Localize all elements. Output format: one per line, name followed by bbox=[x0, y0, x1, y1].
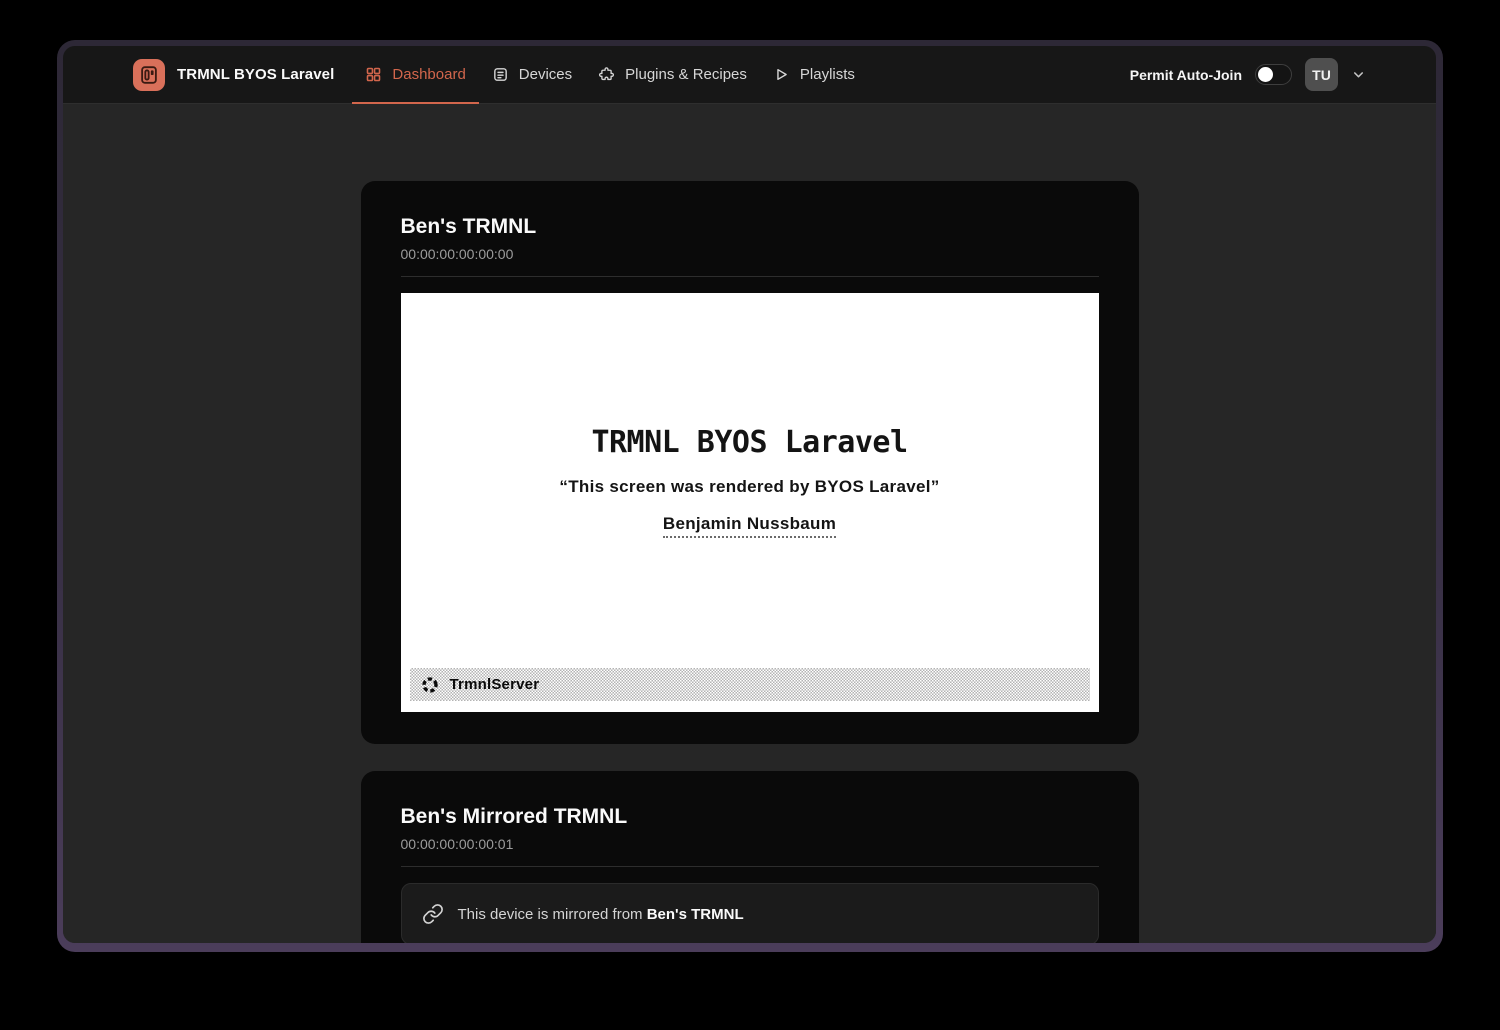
chevron-down-icon[interactable] bbox=[1351, 67, 1366, 82]
screen-title-bar: TrmnlServer bbox=[410, 668, 1090, 701]
device-name: Ben's Mirrored TRMNL bbox=[401, 805, 1099, 829]
screen-heading: TRMNL BYOS Laravel bbox=[591, 425, 907, 460]
device-mac-address: 00:00:00:00:00:00 bbox=[401, 246, 1099, 262]
device-name: Ben's TRMNL bbox=[401, 215, 1099, 239]
trmnl-logo-icon bbox=[133, 59, 165, 91]
user-avatar[interactable]: TU bbox=[1305, 58, 1338, 91]
screen-badge-label: TrmnlServer bbox=[450, 676, 540, 693]
window-content: TRMNL BYOS Laravel Dashboard bbox=[63, 46, 1436, 943]
toggle-knob bbox=[1258, 67, 1273, 82]
device-mac-address: 00:00:00:00:00:01 bbox=[401, 836, 1099, 852]
device-card-bens-trmnl: Ben's TRMNL 00:00:00:00:00:00 TRMNL BYOS… bbox=[361, 181, 1139, 744]
nav-item-dashboard[interactable]: Dashboard bbox=[352, 46, 478, 103]
nav-item-devices[interactable]: Devices bbox=[479, 46, 585, 103]
nav-item-label: Playlists bbox=[800, 66, 855, 83]
navbar-right: Permit Auto-Join TU bbox=[1130, 46, 1366, 103]
mirror-note: This device is mirrored from Ben's TRMNL bbox=[458, 906, 744, 923]
screen-quote: “This screen was rendered by BYOS Larave… bbox=[559, 477, 939, 497]
device-card-bens-mirrored-trmnl: Ben's Mirrored TRMNL 00:00:00:00:00:01 T… bbox=[361, 771, 1139, 943]
screen-author: Benjamin Nussbaum bbox=[663, 514, 836, 538]
nav-item-label: Dashboard bbox=[392, 66, 465, 83]
nav-item-playlists[interactable]: Playlists bbox=[760, 46, 868, 103]
top-navbar: TRMNL BYOS Laravel Dashboard bbox=[63, 46, 1436, 104]
brand-title: TRMNL BYOS Laravel bbox=[177, 66, 334, 83]
mirror-note-prefix: This device is mirrored from bbox=[458, 906, 647, 923]
device-list-icon bbox=[492, 66, 509, 83]
app-window: TRMNL BYOS Laravel Dashboard bbox=[57, 40, 1443, 952]
mirror-info-box: This device is mirrored from Ben's TRMNL bbox=[401, 883, 1099, 943]
dashboard-main: Ben's TRMNL 00:00:00:00:00:00 TRMNL BYOS… bbox=[63, 104, 1436, 943]
puzzle-icon bbox=[598, 66, 615, 83]
device-screen-preview: TRMNL BYOS Laravel “This screen was rend… bbox=[401, 293, 1099, 712]
mirror-source-device: Ben's TRMNL bbox=[647, 906, 744, 923]
nav-item-label: Plugins & Recipes bbox=[625, 66, 747, 83]
nav-item-plugins-recipes[interactable]: Plugins & Recipes bbox=[585, 46, 760, 103]
divider bbox=[401, 866, 1099, 867]
nav-item-label: Devices bbox=[519, 66, 572, 83]
nav-items: Dashboard Devices bbox=[352, 46, 868, 103]
divider bbox=[401, 276, 1099, 277]
link-icon bbox=[422, 903, 444, 925]
permit-auto-join-toggle[interactable] bbox=[1255, 64, 1292, 85]
brand[interactable]: TRMNL BYOS Laravel bbox=[133, 46, 334, 103]
permit-auto-join-label: Permit Auto-Join bbox=[1130, 67, 1242, 83]
spinner-icon bbox=[420, 675, 440, 695]
play-icon bbox=[773, 66, 790, 83]
grid-icon bbox=[365, 66, 382, 83]
